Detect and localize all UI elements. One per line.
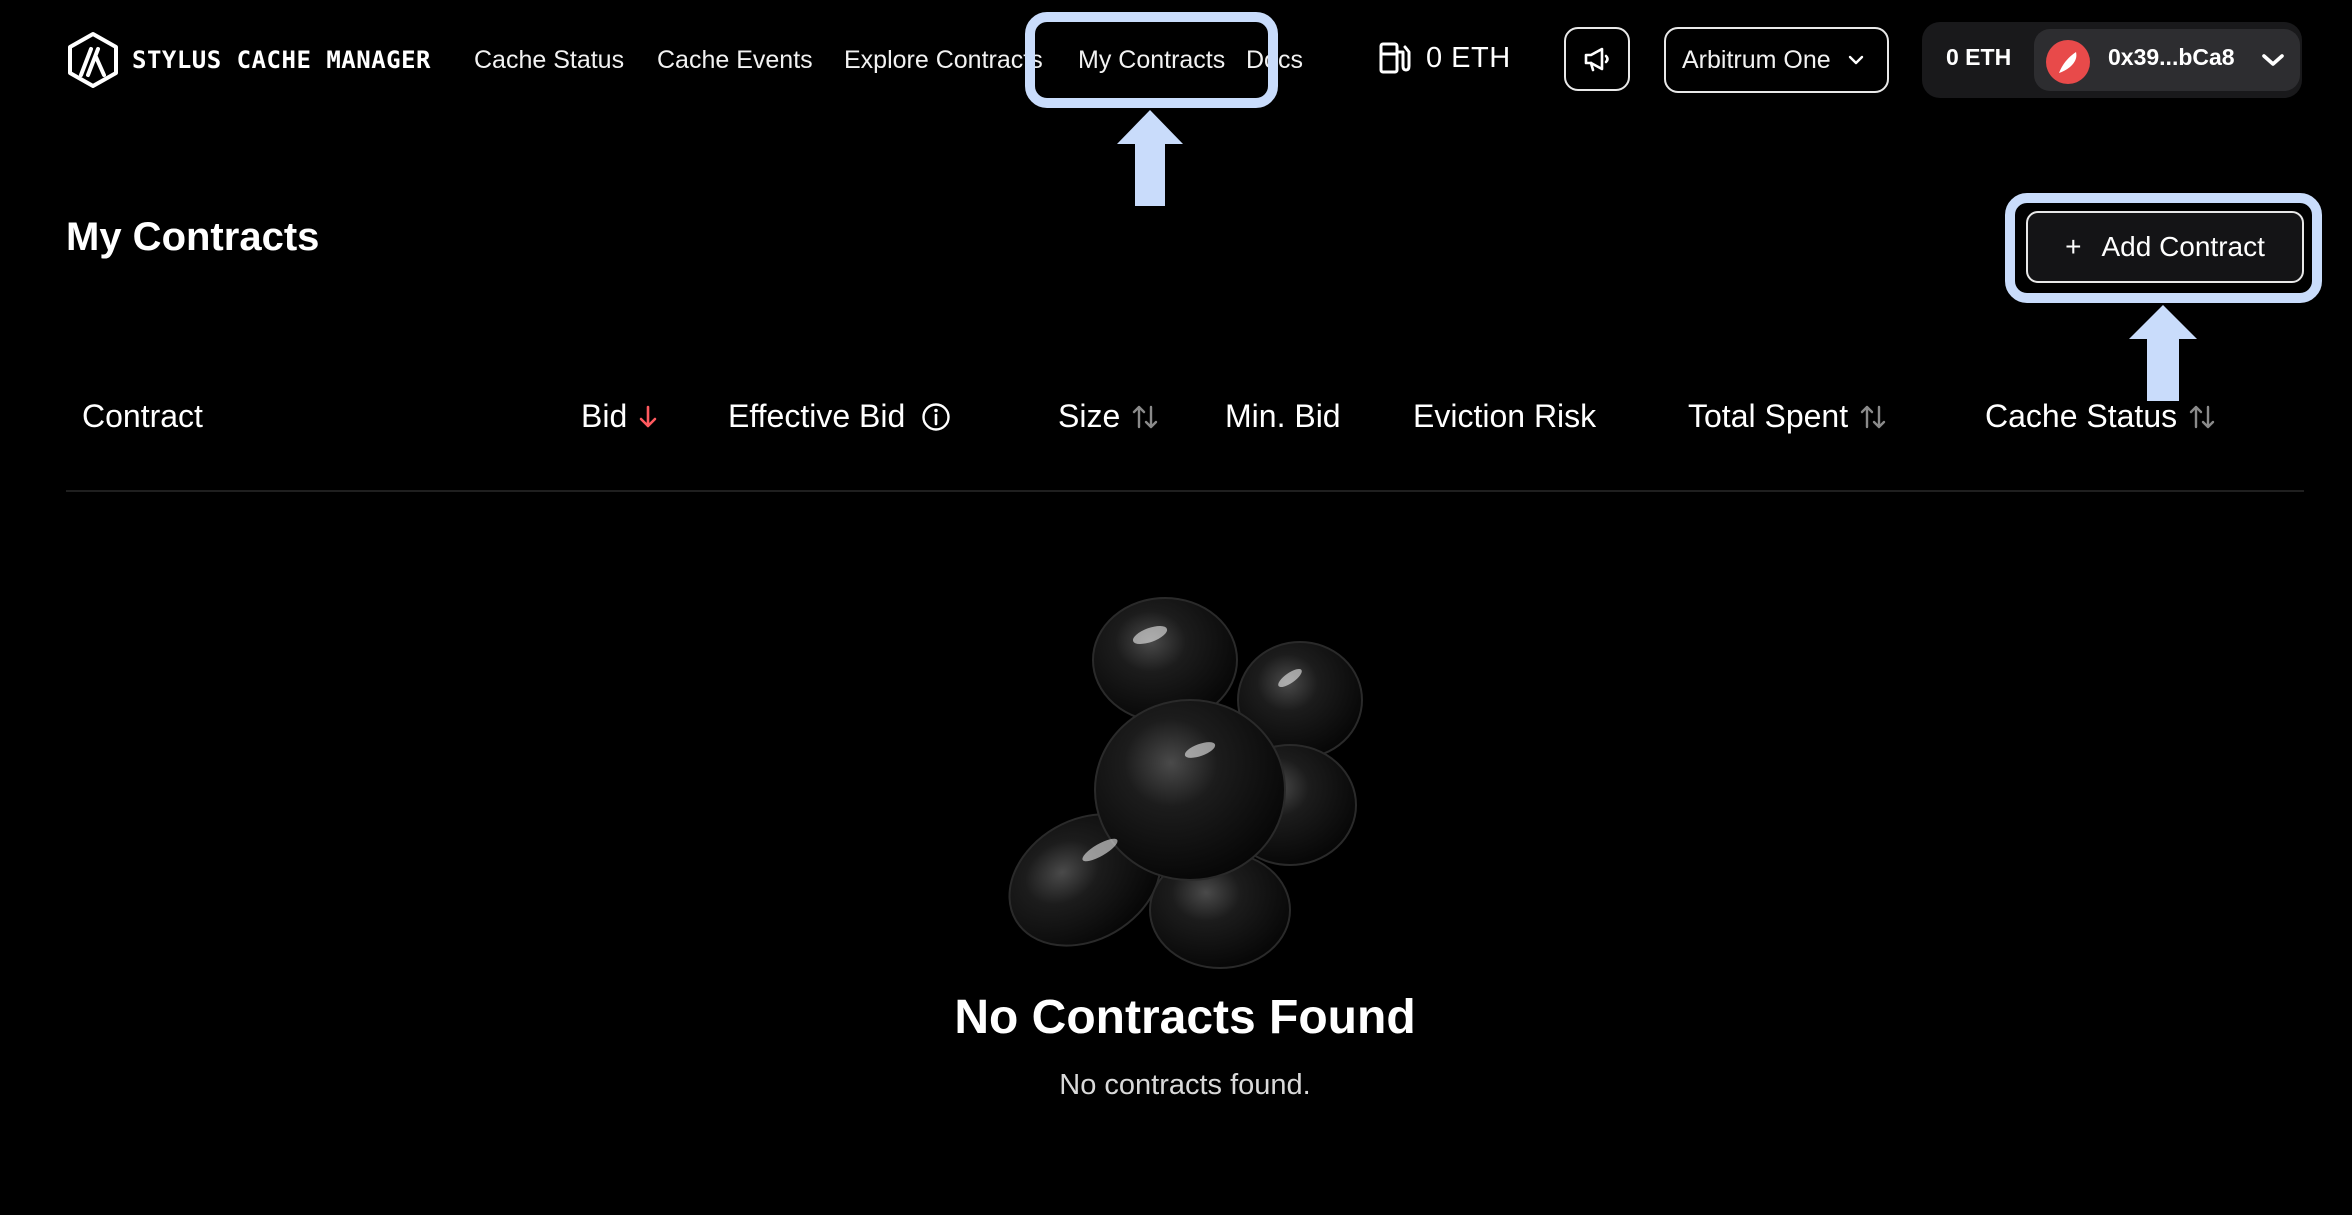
add-contract-button[interactable]: + Add Contract bbox=[2026, 211, 2304, 283]
sort-icon bbox=[1130, 403, 1160, 431]
column-header-cache-status[interactable]: Cache Status bbox=[1985, 398, 2217, 435]
table-header-divider bbox=[66, 490, 2304, 492]
column-label: Eviction Risk bbox=[1413, 398, 1597, 434]
column-header-min-bid: Min. Bid bbox=[1225, 398, 1341, 435]
nav-explore-contracts[interactable]: Explore Contracts bbox=[844, 44, 1043, 76]
gas-price-value: 0 ETH bbox=[1426, 41, 1511, 74]
plus-icon: + bbox=[2065, 231, 2082, 262]
brand-name: STYLUS CACHE MANAGER bbox=[132, 46, 431, 74]
column-header-bid[interactable]: Bid bbox=[581, 398, 659, 435]
column-label: Total Spent bbox=[1688, 398, 1849, 434]
column-label: Cache Status bbox=[1985, 398, 2178, 434]
column-header-total-spent[interactable]: Total Spent bbox=[1688, 398, 1888, 435]
empty-state-title: No Contracts Found bbox=[954, 991, 1416, 1044]
wallet-widget: 0 ETH 0x39...bCa8 bbox=[1922, 22, 2302, 98]
column-header-effective-bid: Effective Bid bbox=[728, 398, 951, 435]
network-select[interactable]: Arbitrum One bbox=[1664, 27, 1889, 93]
brand-logo[interactable]: STYLUS CACHE MANAGER bbox=[66, 31, 431, 89]
wallet-account-button[interactable]: 0x39...bCa8 bbox=[2034, 29, 2300, 91]
nav-cache-events[interactable]: Cache Events bbox=[657, 44, 813, 76]
gas-price: 0 ETH bbox=[1378, 40, 1511, 76]
empty-state-illustration bbox=[1008, 597, 1363, 969]
feather-icon bbox=[2059, 52, 2077, 73]
add-contract-label: Add Contract bbox=[2101, 231, 2265, 262]
arrow-up-icon bbox=[2129, 305, 2197, 401]
megaphone-icon bbox=[1584, 47, 1609, 72]
page-title: My Contracts bbox=[66, 215, 320, 259]
column-label: Min. Bid bbox=[1225, 398, 1341, 434]
column-label: Size bbox=[1058, 398, 1121, 434]
column-label: Contract bbox=[82, 398, 203, 434]
wallet-address: 0x39...bCa8 bbox=[2108, 44, 2235, 70]
info-icon[interactable] bbox=[921, 402, 951, 432]
column-header-eviction-risk: Eviction Risk bbox=[1413, 398, 1596, 435]
page: STYLUS CACHE MANAGER Cache Status Cache … bbox=[0, 0, 2352, 1215]
sort-descending-icon bbox=[637, 404, 659, 430]
wallet-avatar bbox=[2046, 40, 2090, 84]
sort-icon bbox=[2187, 403, 2217, 431]
column-header-size[interactable]: Size bbox=[1058, 398, 1160, 435]
chevron-down-icon bbox=[2262, 54, 2284, 66]
network-select-value: Arbitrum One bbox=[1682, 45, 1831, 74]
nav-my-contracts[interactable]: My Contracts bbox=[1078, 44, 1225, 76]
arrow-up-icon bbox=[1117, 110, 1183, 206]
nav-cache-status[interactable]: Cache Status bbox=[474, 44, 624, 76]
column-header-contract: Contract bbox=[82, 398, 203, 435]
fuel-pump-icon bbox=[1379, 42, 1411, 74]
sort-icon bbox=[1858, 403, 1888, 431]
arbitrum-logo-icon bbox=[68, 32, 118, 88]
announcements-button[interactable] bbox=[1564, 27, 1630, 91]
chevron-down-icon bbox=[1848, 55, 1864, 65]
nav-docs[interactable]: Docs bbox=[1246, 44, 1303, 76]
column-label: Effective Bid bbox=[728, 398, 906, 434]
wallet-balance: 0 ETH bbox=[1946, 44, 2012, 70]
column-label: Bid bbox=[581, 398, 628, 434]
empty-state-message: No contracts found. bbox=[1059, 1069, 1311, 1101]
